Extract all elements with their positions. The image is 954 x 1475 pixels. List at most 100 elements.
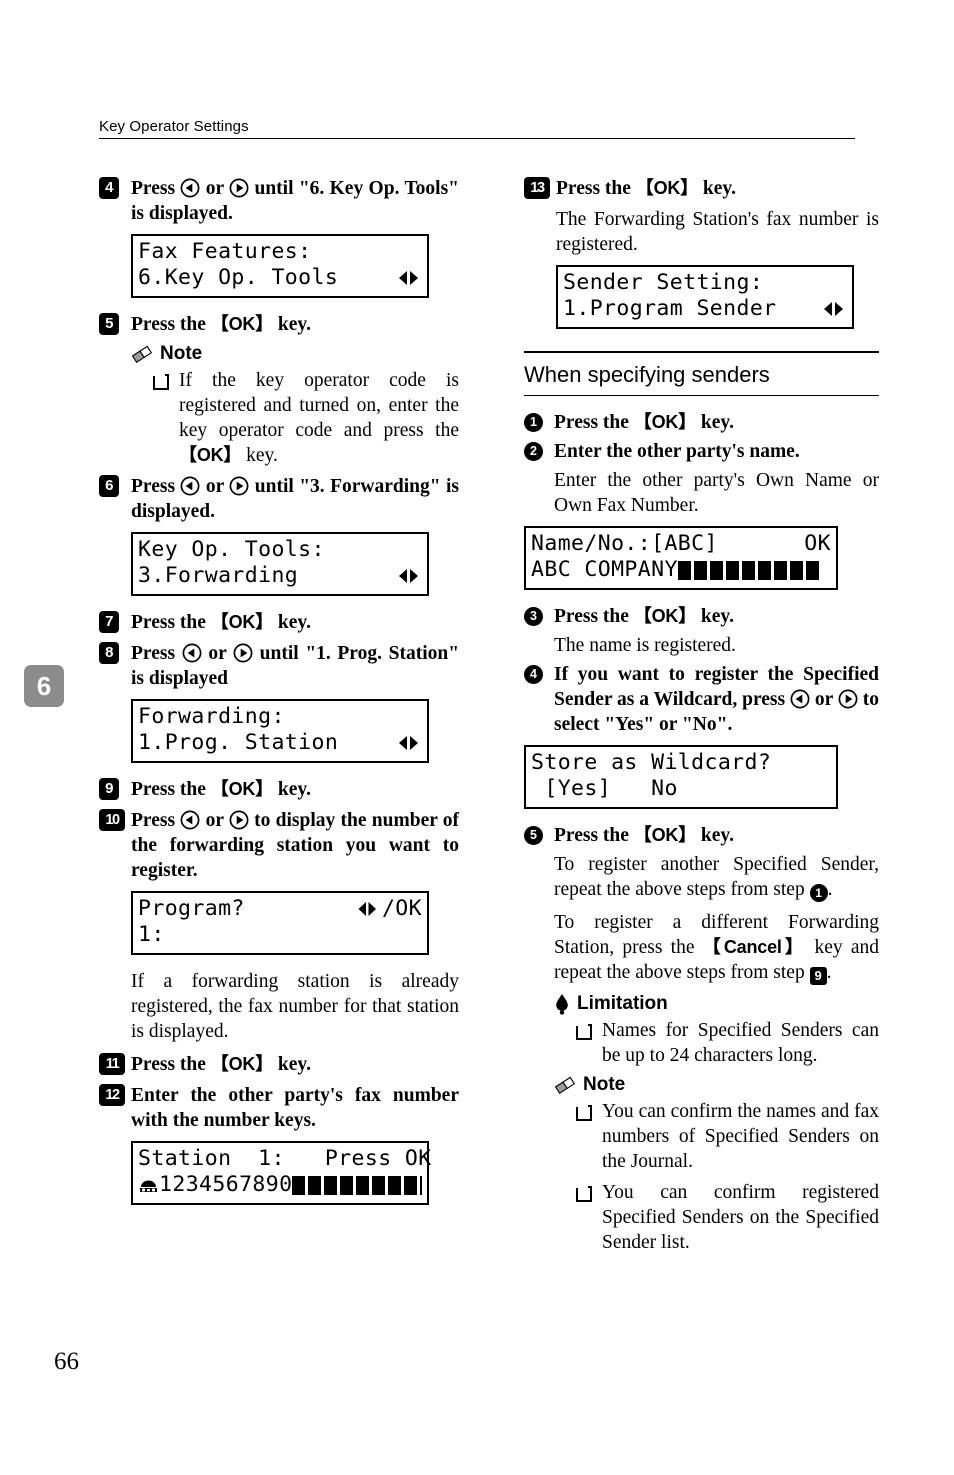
sub-step-4-text: If you want to register the Specified Se… (554, 662, 879, 737)
note-heading: Note (131, 343, 459, 365)
circled-right-arrow-icon (229, 178, 249, 198)
step-6-text-before: Press (131, 476, 176, 497)
lcd-program-prompt: Program? /OK 1: (131, 891, 429, 955)
step-6-text-mid: or (205, 476, 224, 497)
key-ok-text: OK (651, 606, 679, 626)
step-13-text-b: key. (702, 178, 736, 199)
bracket-open: 【 (635, 178, 654, 198)
bracket-close: 】 (781, 937, 807, 957)
key-cancel-label: 【Cancel】 (703, 937, 807, 957)
lcd-store-as-wildcard: Store as Wildcard? [Yes] No (524, 745, 838, 809)
step-5-text-a: Press the (131, 314, 206, 335)
lcd-line-1: Key Op. Tools: (138, 537, 422, 563)
lcd-line-1: Sender Setting: (563, 270, 847, 296)
step-10-text-mid: or (205, 810, 224, 831)
bracket-open: 【 (210, 1054, 229, 1074)
lcd-line-2: 1: (138, 922, 422, 948)
step-10: 10 Press or to display the number of the… (99, 808, 459, 883)
sub-step-5-para-2: To register a different Forwarding Stati… (554, 910, 879, 985)
key-ok-label: 【OK】 (634, 606, 696, 626)
sub-step-2-text: Enter the other party's name. (554, 441, 800, 462)
lcd-cursor-blocks (292, 1175, 422, 1195)
step-9-text-b: key. (277, 779, 311, 800)
key-ok-label: 【OK】 (211, 779, 273, 799)
lcd-line-1-text: Program? (138, 896, 245, 921)
step-13-badge: 13 (524, 177, 550, 199)
sub-step-1-text-b: key. (700, 412, 734, 433)
step-8: 8 Press or until "1. Prog. Station" is d… (99, 641, 459, 691)
key-ok-label: 【OK】 (634, 825, 696, 845)
lcd-line-1-text: Forwarding: (138, 704, 285, 729)
section-rule-bottom (524, 395, 879, 396)
bracket-open: 【 (633, 606, 652, 626)
sub-step-5-text-b: key. (700, 825, 734, 846)
lcd-line-1: Forwarding: (138, 704, 422, 730)
sub-step-4-text-mid: or (814, 689, 833, 710)
step-4-text-before: Press (131, 178, 176, 199)
square-bullet-icon (576, 1186, 592, 1202)
key-ok-label: 【OK】 (636, 178, 698, 198)
circled-right-arrow-icon (229, 810, 249, 830)
bracket-close: 】 (255, 779, 274, 799)
inline-step-badge-1: 1 (809, 884, 828, 902)
inline-step-badge-9: 9 (809, 967, 827, 985)
lcd-line-1-text: Fax Features: (138, 239, 312, 264)
lcd-line-2: 1.Program Sender (563, 296, 847, 322)
sub-step-1-text: Press the 【OK】 key. (554, 410, 879, 435)
sub-step-2: 2 Enter the other party's name. (524, 439, 879, 464)
key-ok-label: 【OK】 (211, 1054, 273, 1074)
bracket-open: 【 (702, 937, 724, 957)
step-11-text: Press the 【OK】 key. (131, 1052, 459, 1077)
step-8-text-after: until "1. Prog. Station" is displayed (131, 643, 460, 689)
key-ok-text: OK (228, 1054, 256, 1074)
pencil-eraser-icon (131, 344, 153, 364)
bracket-open: 【 (210, 779, 229, 799)
bracket-open: 【 (633, 825, 652, 845)
bracket-close: 】 (680, 178, 699, 198)
sub-step-3-para: The name is registered. (554, 635, 736, 656)
key-ok-label: 【OK】 (211, 314, 273, 334)
circled-left-arrow-icon (790, 689, 810, 709)
lcd-left-right-arrows-icon (396, 268, 422, 288)
circled-right-arrow-icon (233, 643, 253, 663)
sub-step-5-para-2-c: . (826, 962, 832, 983)
sub-step-3-text: Press the 【OK】 key. (554, 604, 879, 629)
bracket-close: 】 (678, 412, 697, 432)
circled-left-arrow-icon (180, 178, 200, 198)
sub-step-3-badge: 3 (524, 607, 543, 626)
lcd-line-1-text: Key Op. Tools: (138, 537, 325, 562)
lcd-left-right-arrows-icon (356, 899, 382, 919)
sub-step-3: 3 Press the 【OK】 key. (524, 604, 879, 629)
lcd-line-2-text: [Yes] No (531, 776, 678, 801)
sub-step-2-badge: 2 (524, 442, 543, 461)
step-7-text-a: Press the (131, 612, 206, 633)
lcd-line-1: Name/No.:[ABC] OK (531, 531, 831, 557)
note-item: You can confirm the names and fax number… (576, 1099, 879, 1174)
lcd-line-2: 6.Key Op. Tools (138, 265, 422, 291)
step-9-badge: 9 (99, 778, 119, 800)
left-column: 4 Press or until "6. Key Op. Tools" is d… (99, 176, 459, 1219)
step-9-text: Press the 【OK】 key. (131, 777, 459, 802)
step-11: 11 Press the 【OK】 key. (99, 1052, 459, 1077)
lcd-left-right-arrows-icon (396, 733, 422, 753)
sub-step-4: 4 If you want to register the Specified … (524, 662, 879, 737)
step-11-text-a: Press the (131, 1054, 206, 1075)
note-item: You can confirm registered Specified Sen… (576, 1180, 879, 1255)
running-header: Key Operator Settings (99, 118, 855, 139)
step-12-badge: 12 (99, 1084, 125, 1106)
lcd-station-entry: Station 1: Press OK 1234567890 (131, 1141, 431, 1205)
lcd-line-1-right: /OK (381, 896, 422, 921)
lcd-line-2-digits: 1234567890 (159, 1172, 293, 1197)
step-4-text: Press or until "6. Key Op. Tools" is dis… (131, 176, 459, 226)
key-ok-text: OK (651, 412, 679, 432)
step-8-text-mid: or (208, 643, 227, 664)
step-6-text: Press or until "3. Forwarding" is displa… (131, 474, 459, 524)
lcd-left-right-arrows-icon (821, 299, 847, 319)
note-title: Note (160, 343, 203, 364)
step-5-text: Press the 【OK】 key. (131, 312, 459, 337)
lcd-telephone-icon (138, 1176, 159, 1195)
lcd-forwarding: Forwarding: 1.Prog. Station (131, 699, 429, 763)
lcd-sender-setting: Sender Setting: 1.Program Sender (556, 265, 854, 329)
square-bullet-icon (576, 1024, 592, 1040)
step-6: 6 Press or until "3. Forwarding" is disp… (99, 474, 459, 524)
